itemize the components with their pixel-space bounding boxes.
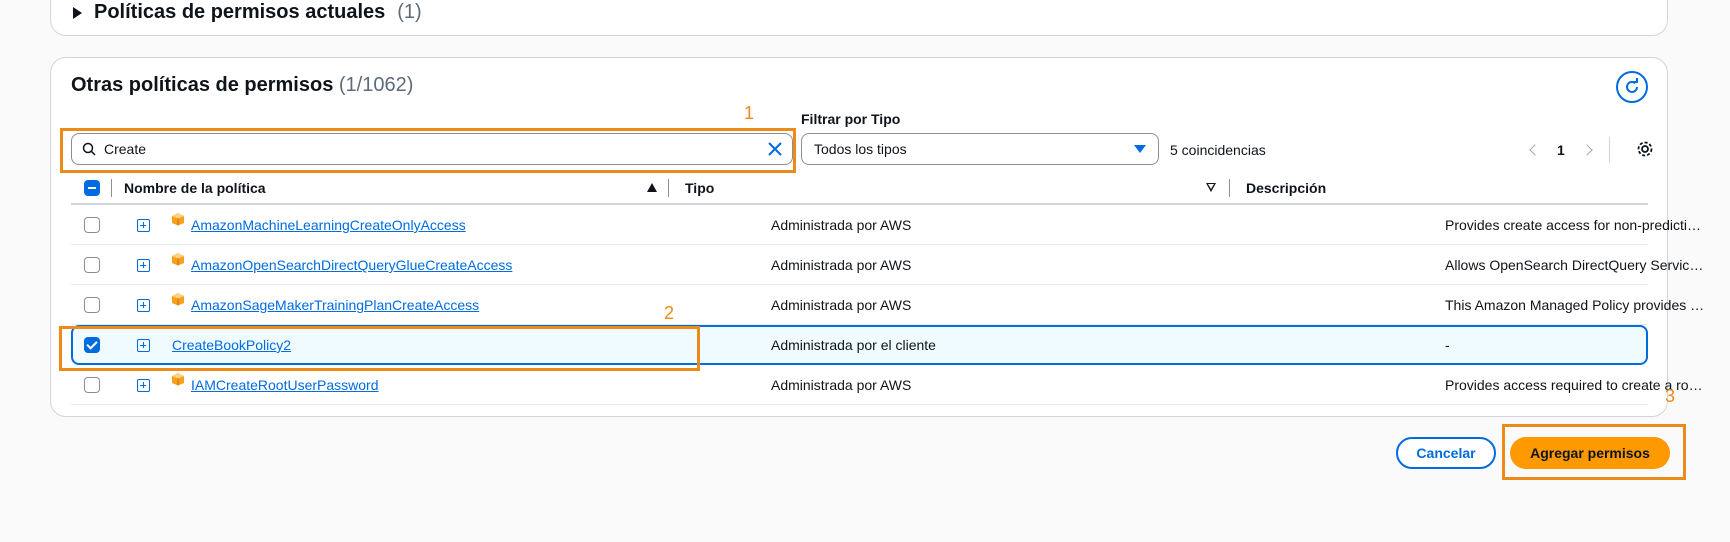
row-checkbox[interactable] — [84, 297, 100, 313]
annotation-number-1: 1 — [744, 103, 755, 123]
current-policies-toggle[interactable]: Políticas de permisos actuales (1) — [73, 1, 422, 24]
policy-description: Allows OpenSearch DirectQuery Service ac… — [1445, 257, 1707, 273]
annotation-number-2: 2 — [664, 303, 675, 323]
annotation-number-3: 3 — [1665, 386, 1676, 406]
aws-managed-icon — [172, 373, 184, 386]
select-all-checkbox[interactable] — [84, 180, 100, 196]
sort-ascending-icon[interactable] — [647, 183, 657, 192]
match-count: 5 coincidencias — [1170, 142, 1266, 158]
policy-description: This Amazon Managed Policy provides acce… — [1445, 297, 1707, 313]
row-checkbox[interactable] — [84, 377, 100, 393]
pager-divider — [1608, 137, 1610, 163]
pagination: 1 — [1529, 137, 1610, 163]
aws-managed-icon — [172, 293, 184, 306]
expand-row-icon[interactable] — [137, 299, 150, 312]
row-checkbox[interactable] — [84, 217, 100, 233]
previous-page-icon[interactable] — [1529, 144, 1541, 156]
aws-managed-icon — [172, 253, 184, 266]
column-header-name[interactable]: Nombre de la política — [124, 180, 266, 196]
policy-name-link[interactable]: AmazonSageMakerTrainingPlanCreateAccess — [191, 297, 479, 313]
column-header-description[interactable]: Descripción — [1246, 180, 1326, 196]
annotation-box-2 — [59, 326, 700, 371]
table-row[interactable]: AmazonSageMakerTrainingPlanCreateAccess A… — [71, 285, 1707, 325]
panel-title: Otras políticas de permisos (1/1062) — [71, 74, 413, 97]
current-policies-panel: Políticas de permisos actuales (1) — [50, 0, 1668, 36]
annotation-box-1 — [60, 128, 796, 173]
gear-icon[interactable] — [1636, 140, 1654, 158]
column-divider — [1229, 179, 1230, 197]
next-page-icon[interactable] — [1581, 144, 1593, 156]
filter-label: Filtrar por Tipo — [801, 111, 901, 127]
expand-row-icon[interactable] — [137, 219, 150, 232]
row-checkbox[interactable] — [84, 257, 100, 273]
annotation-box-3 — [1502, 424, 1686, 480]
type-filter-select[interactable]: Todos los tipos — [801, 133, 1159, 165]
policy-type: Administrada por el cliente — [771, 337, 936, 353]
dropdown-caret-icon — [1134, 145, 1146, 153]
expand-row-icon[interactable] — [137, 379, 150, 392]
cancel-button[interactable]: Cancelar — [1396, 437, 1496, 469]
policy-description: - — [1445, 337, 1450, 353]
sort-descending-icon[interactable] — [1206, 183, 1216, 192]
table-row[interactable]: IAMCreateRootUserPassword Administrada po… — [71, 365, 1707, 405]
expand-row-icon[interactable] — [137, 259, 150, 272]
caret-right-icon — [73, 6, 82, 19]
current-policies-label: Políticas de permisos actuales — [94, 1, 386, 23]
current-page[interactable]: 1 — [1557, 142, 1565, 158]
table-row[interactable]: AmazonMachineLearningCreateOnlyAccess Adm… — [71, 205, 1707, 245]
policy-type: Administrada por AWS — [771, 377, 912, 393]
panel-title-text: Otras políticas de permisos — [71, 74, 334, 96]
column-divider — [111, 179, 112, 197]
policy-description: Provides create access for non-predictiv… — [1445, 217, 1707, 233]
panel-title-count: (1/1062) — [338, 74, 414, 96]
table-row[interactable]: AmazonOpenSearchDirectQueryGlueCreateAcc… — [71, 245, 1707, 285]
type-filter-value: Todos los tipos — [814, 141, 907, 157]
policy-type: Administrada por AWS — [771, 297, 912, 313]
aws-managed-icon — [172, 213, 184, 226]
policy-type: Administrada por AWS — [771, 217, 912, 233]
refresh-icon — [1626, 78, 1638, 93]
table-header: Nombre de la política Tipo Descripción — [71, 171, 1648, 205]
current-policies-count: (1) — [397, 1, 422, 23]
column-header-type[interactable]: Tipo — [685, 180, 714, 196]
policy-name-link[interactable]: IAMCreateRootUserPassword — [191, 377, 379, 393]
policy-name-link[interactable]: AmazonMachineLearningCreateOnlyAccess — [191, 217, 466, 233]
table-body: AmazonMachineLearningCreateOnlyAccess Adm… — [71, 205, 1707, 405]
column-divider — [668, 179, 669, 197]
refresh-button[interactable] — [1616, 71, 1648, 103]
policy-type: Administrada por AWS — [771, 257, 912, 273]
policy-name-link[interactable]: AmazonOpenSearchDirectQueryGlueCreateAcc… — [191, 257, 512, 273]
